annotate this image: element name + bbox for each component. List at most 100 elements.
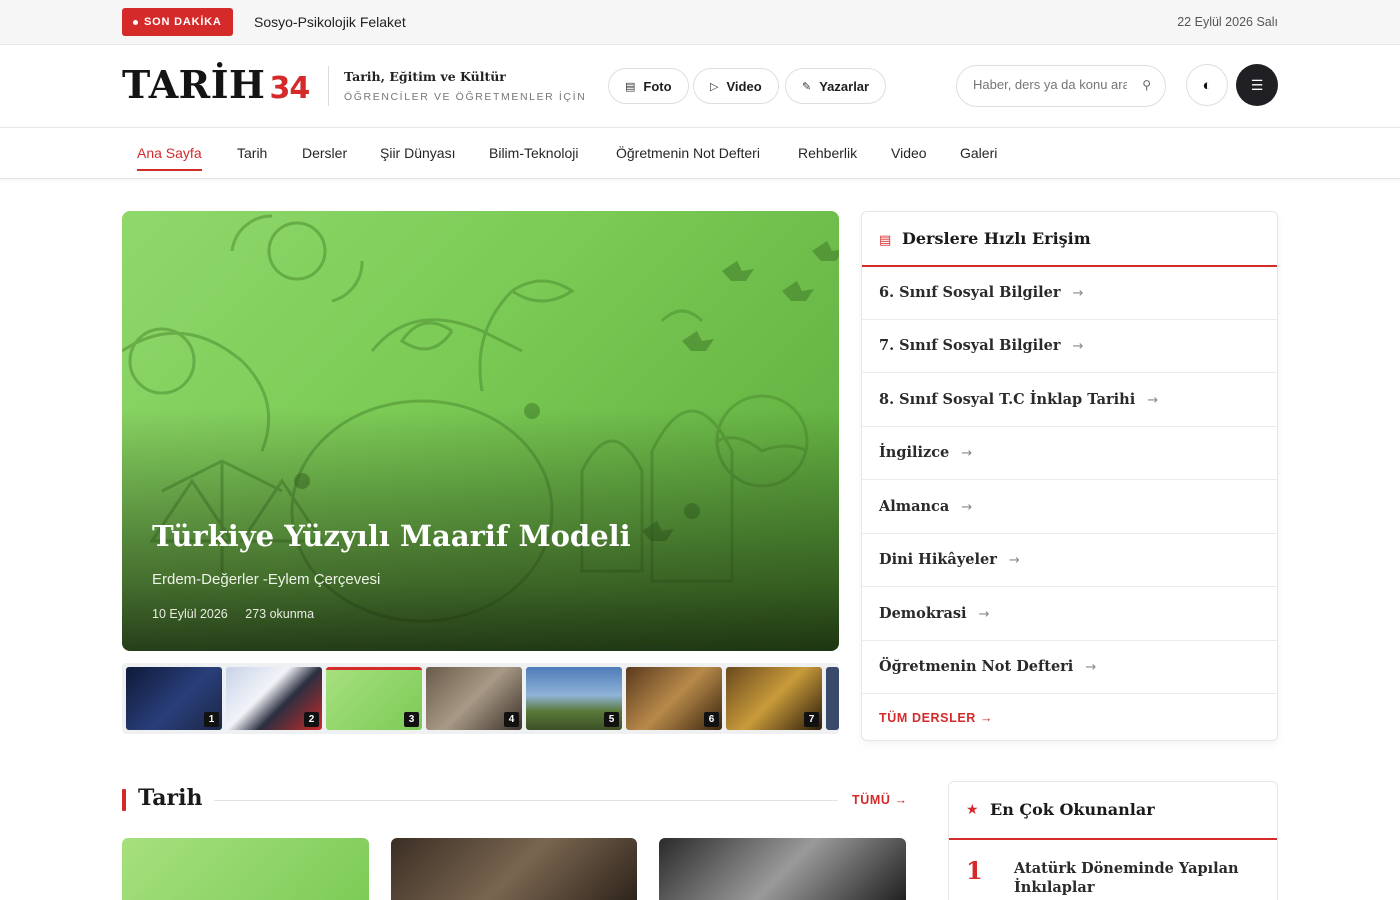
thumb-number: 7 (804, 712, 819, 727)
slider-thumb[interactable]: 1 (126, 667, 222, 730)
lesson-label: 6. Sınıf Sosyal Bilgiler (879, 284, 1061, 301)
menu-button[interactable]: ☰ (1236, 64, 1278, 106)
hero-subtitle: Erdem-Değerler -Eylem Çerçevesi (152, 571, 381, 588)
contrast-icon: ◐ (1202, 76, 1212, 94)
slider-thumb-partial[interactable] (826, 667, 839, 730)
nav-item-poetry[interactable]: Şiir Dünyası (380, 145, 455, 161)
thumb-number: 4 (504, 712, 519, 727)
play-icon: ▷ (710, 80, 719, 93)
hero-slide[interactable]: Türkiye Yüzyılı Maarif Modeli Erdem-Değe… (122, 211, 839, 651)
slider-thumb[interactable]: 5 (526, 667, 622, 730)
lesson-label: Almanca (879, 498, 950, 515)
logo-text: TARİH (122, 62, 266, 107)
lesson-label: İngilizce (879, 444, 950, 461)
slider-thumb[interactable]: 4 (426, 667, 522, 730)
nav-item-gallery[interactable]: Galeri (960, 145, 997, 161)
nav-item-lessons[interactable]: Dersler (302, 145, 347, 161)
breaking-label: SON DAKİKA (144, 16, 222, 28)
main-nav: Ana Sayfa Tarih Dersler Şiir Dünyası Bil… (0, 128, 1400, 179)
breaking-news-text[interactable]: Sosyo-Psikolojik Felaket (254, 14, 406, 30)
nav-item-home[interactable]: Ana Sayfa (137, 145, 202, 171)
search-icon[interactable]: ⚲ (1142, 78, 1151, 92)
lesson-link[interactable]: Dini Hikâyeler → (862, 534, 1277, 587)
all-lessons-link[interactable]: TÜM DERSLER → (879, 711, 993, 725)
top-bar: SON DAKİKA Sosyo-Psikolojik Felaket 22 E… (0, 0, 1400, 45)
search-box[interactable]: ⚲ (956, 65, 1166, 107)
site-logo[interactable]: TARİH 34 (122, 62, 310, 109)
arrow-right-icon: → (961, 500, 973, 515)
arrow-right-icon: → (1085, 660, 1097, 675)
search-input[interactable] (973, 77, 1127, 92)
hero-date: 10 Eylül 2026 (152, 607, 228, 621)
photo-button[interactable]: ▤ Foto (608, 68, 689, 104)
article-card-image[interactable] (122, 838, 369, 900)
thumb-number: 1 (204, 712, 219, 727)
thumb-number: 5 (604, 712, 619, 727)
hero-read-count: 273 okunma (245, 607, 315, 621)
nav-item-science[interactable]: Bilim-Teknoloji (489, 145, 578, 161)
most-read-title: En Çok Okunanlar (990, 800, 1155, 819)
slider-thumbnails: 1 2 3 4 5 6 7 (122, 663, 839, 734)
lesson-label: Dini Hikâyeler (879, 551, 997, 568)
most-read-rank: 1 (966, 856, 983, 885)
photo-button-label: Foto (643, 78, 672, 94)
section-accent-bar (122, 789, 126, 811)
nav-item-teacher-notes[interactable]: Öğretmenin Not Defteri (616, 145, 760, 161)
arrow-right-icon: → (1072, 339, 1084, 354)
article-card-image[interactable] (659, 838, 906, 900)
dot-icon (133, 19, 138, 25)
video-button-label: Video (726, 78, 762, 94)
arrow-right-icon: → (978, 607, 990, 622)
quick-lessons-header: ▤ Derslere Hızlı Erişim (862, 212, 1277, 267)
tagline-secondary: ÖĞRENCİLER VE ÖĞRETMENLER İÇİN (344, 91, 587, 103)
arrow-right-icon: → (1147, 393, 1159, 408)
lesson-link[interactable]: Öğretmenin Not Defteri → (862, 641, 1277, 694)
article-card-image[interactable] (391, 838, 637, 900)
list-icon: ▤ (879, 232, 892, 247)
lesson-label: 8. Sınıf Sosyal T.C İnklap Tarihi (879, 391, 1136, 408)
most-read-panel: ★ En Çok Okunanlar 1 Atatürk Döneminde Y… (948, 781, 1278, 900)
nav-item-video[interactable]: Video (891, 145, 927, 161)
lesson-link[interactable]: Demokrasi → (862, 588, 1277, 641)
authors-button-label: Yazarlar (819, 78, 870, 94)
thumb-number: 3 (404, 712, 419, 727)
logo-divider (328, 66, 329, 106)
star-icon: ★ (966, 801, 979, 817)
lesson-link[interactable]: 8. Sınıf Sosyal T.C İnklap Tarihi → (862, 374, 1277, 427)
section-title: Tarih (138, 785, 203, 811)
arrow-right-icon: → (961, 446, 973, 461)
lesson-label: 7. Sınıf Sosyal Bilgiler (879, 337, 1061, 354)
tagline-primary: Tarih, Eğitim ve Kültür (344, 69, 506, 84)
authors-button[interactable]: ✎ Yazarlar (785, 68, 887, 104)
section-divider (214, 800, 838, 801)
current-date: 22 Eylül 2026 Salı (1177, 15, 1278, 29)
hero-meta: 10 Eylül 2026 273 okunma (152, 607, 328, 621)
lesson-link[interactable]: 6. Sınıf Sosyal Bilgiler → (862, 267, 1277, 320)
lesson-label: Öğretmenin Not Defteri (879, 658, 1074, 675)
theme-toggle-button[interactable]: ◐ (1186, 64, 1228, 106)
slider-thumb[interactable]: 6 (626, 667, 722, 730)
arrow-right-icon: → (1008, 553, 1020, 568)
slider-thumb[interactable]: 7 (726, 667, 822, 730)
video-button[interactable]: ▷ Video (693, 68, 779, 104)
arrow-right-icon: → (1072, 286, 1084, 301)
logo-number: 34 (269, 71, 310, 106)
quick-lessons-title: Derslere Hızlı Erişim (902, 229, 1091, 248)
most-read-header: ★ En Çok Okunanlar (949, 782, 1277, 840)
section-all-link[interactable]: TÜMÜ → (852, 793, 908, 807)
pen-icon: ✎ (802, 80, 812, 93)
hamburger-icon: ☰ (1250, 76, 1264, 93)
image-icon: ▤ (625, 80, 636, 93)
lesson-link[interactable]: İngilizce → (862, 427, 1277, 480)
nav-item-history[interactable]: Tarih (237, 145, 267, 161)
hero-title[interactable]: Türkiye Yüzyılı Maarif Modeli (152, 519, 631, 553)
slider-thumb[interactable]: 2 (226, 667, 322, 730)
nav-item-guidance[interactable]: Rehberlik (798, 145, 857, 161)
most-read-item-title[interactable]: Atatürk Döneminde Yapılan İnkılaplar (1014, 859, 1254, 897)
lesson-link[interactable]: 7. Sınıf Sosyal Bilgiler → (862, 320, 1277, 373)
thumb-number: 2 (304, 712, 319, 727)
thumb-number: 6 (704, 712, 719, 727)
slider-thumb-active[interactable]: 3 (326, 667, 422, 730)
lesson-link[interactable]: Almanca → (862, 481, 1277, 534)
breaking-news-badge[interactable]: SON DAKİKA (122, 8, 233, 36)
